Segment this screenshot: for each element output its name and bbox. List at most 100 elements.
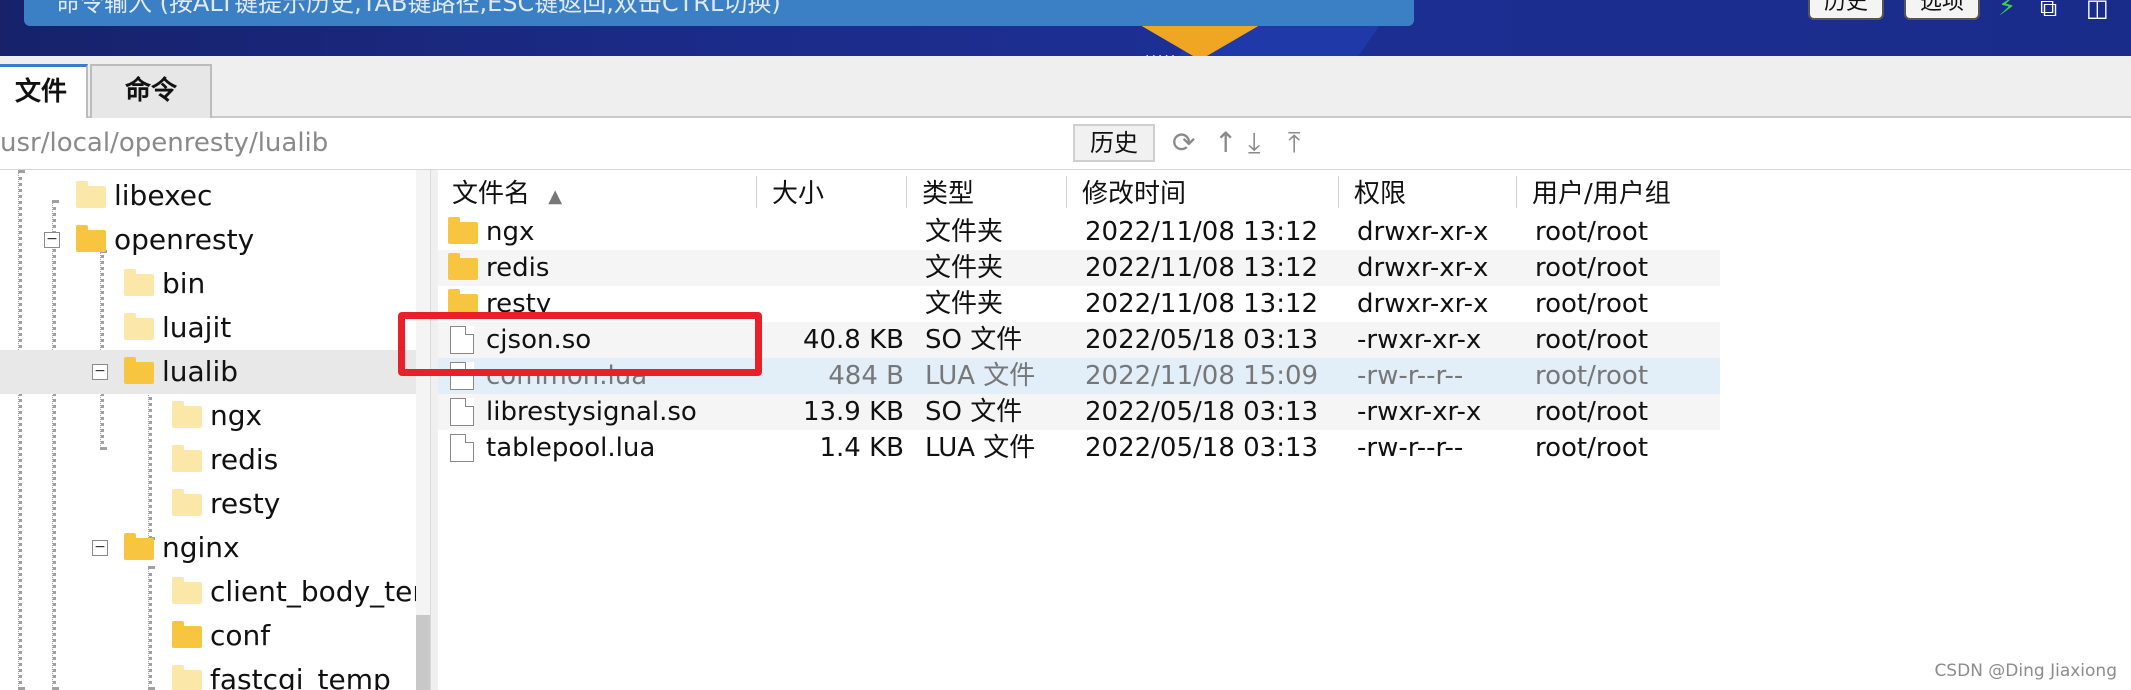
tab-commands[interactable]: 命令: [90, 64, 212, 118]
path-input[interactable]: usr/local/openresty/lualib: [0, 128, 328, 158]
column-header-type[interactable]: 类型: [922, 176, 974, 212]
tree-item-luajit[interactable]: luajit: [0, 306, 416, 350]
folder-icon: [172, 445, 202, 472]
tree-item-label: lualib: [162, 355, 239, 388]
tree-item-fastcgi-temp[interactable]: fastcgi_temp: [0, 658, 416, 690]
file-permissions: -rwxr-xr-x: [1357, 397, 1482, 427]
file-icon: [450, 434, 474, 462]
file-row[interactable]: librestysignal.so 13.9 KB SO 文件 2022/05/…: [438, 394, 1720, 430]
file-modified: 2022/05/18 03:13: [1085, 325, 1319, 355]
file-modified: 2022/11/08 15:09: [1085, 361, 1319, 391]
file-type: LUA 文件: [925, 361, 1036, 391]
tree-item-lualib[interactable]: − lualib: [0, 350, 416, 394]
file-owner: root/root: [1535, 289, 1649, 319]
folder-icon: [172, 621, 202, 648]
folder-icon: [172, 401, 202, 428]
file-list: 文件名 ▲ 大小 类型 修改时间 权限 用户/用户组 ngx 文件夹 2022/…: [438, 170, 2131, 690]
file-name: librestysignal.so: [486, 397, 697, 427]
upload-icon[interactable]: ⤒: [1288, 126, 1300, 160]
highlight-annotation-box: [398, 312, 762, 376]
tree-item-label: client_body_temp: [210, 575, 416, 608]
file-size: 1.4 KB: [819, 433, 905, 463]
file-size: 13.9 KB: [802, 397, 904, 427]
file-type: LUA 文件: [925, 433, 1036, 463]
file-type: 文件夹: [925, 253, 1004, 283]
file-permissions: drwxr-xr-x: [1357, 253, 1489, 283]
tree-item-conf[interactable]: conf: [0, 614, 416, 658]
panel-splitter[interactable]: [430, 170, 438, 690]
tree-item-label: bin: [162, 267, 206, 300]
split-window-icon[interactable]: ◫: [2086, 0, 2109, 22]
column-separator[interactable]: [756, 176, 757, 208]
folder-icon: [124, 313, 154, 340]
file-permissions: -rw-r--r--: [1357, 433, 1464, 463]
lightning-icon[interactable]: ⚡: [1998, 0, 2016, 22]
folder-icon: [76, 181, 106, 208]
column-header-permissions[interactable]: 权限: [1354, 176, 1406, 212]
command-history-button[interactable]: 历史: [1808, 0, 1885, 20]
tab-files[interactable]: 文件: [0, 64, 88, 120]
splitter-grip-icon[interactable]: ·····: [1145, 49, 1177, 56]
tree-scrollbar[interactable]: [416, 170, 430, 690]
refresh-icon[interactable]: ⟳: [1172, 126, 1195, 159]
sort-ascending-icon: ▲: [548, 186, 563, 207]
copy-window-icon[interactable]: ⧉: [2040, 0, 2057, 22]
tree-item-client-body-temp[interactable]: client_body_temp: [0, 570, 416, 614]
file-modified: 2022/05/18 03:13: [1085, 433, 1319, 463]
tree-item-label: resty: [210, 487, 281, 520]
tree-item-redis[interactable]: redis: [0, 438, 416, 482]
column-header-name[interactable]: 文件名 ▲: [452, 176, 562, 212]
tree-item-label: fastcgi_temp: [210, 663, 391, 690]
file-permissions: -rw-r--r--: [1357, 361, 1464, 391]
file-owner: root/root: [1535, 217, 1649, 247]
command-input[interactable]: 命令输入 (按ALT键提示历史,TAB键路径,ESC键返回,双击CTRL切换): [24, 0, 1414, 26]
file-row[interactable]: redis 文件夹 2022/11/08 13:12 drwxr-xr-x ro…: [438, 250, 1720, 286]
tree-item-libexec[interactable]: libexec: [0, 174, 416, 218]
column-header-size[interactable]: 大小: [772, 176, 824, 212]
file-owner: root/root: [1535, 361, 1649, 391]
command-options-button[interactable]: 选项: [1904, 0, 1981, 20]
column-separator[interactable]: [1516, 176, 1517, 208]
file-owner: root/root: [1535, 397, 1649, 427]
tree-scrollbar-thumb[interactable]: [416, 615, 430, 690]
tree-item-resty[interactable]: resty: [0, 482, 416, 526]
tree-item-ngx[interactable]: ngx: [0, 394, 416, 438]
file-modified: 2022/05/18 03:13: [1085, 397, 1319, 427]
file-owner: root/root: [1535, 325, 1649, 355]
folder-icon: [172, 577, 202, 604]
file-row[interactable]: tablepool.lua 1.4 KB LUA 文件 2022/05/18 0…: [438, 430, 1720, 466]
collapse-icon[interactable]: −: [92, 540, 108, 556]
file-permissions: drwxr-xr-x: [1357, 289, 1489, 319]
tree-item-openresty[interactable]: − openresty: [0, 218, 416, 262]
collapse-icon[interactable]: −: [44, 232, 60, 248]
command-bar: 命令输入 (按ALT键提示历史,TAB键路径,ESC键返回,双击CTRL切换) …: [0, 0, 2131, 56]
folder-icon: [124, 357, 154, 384]
tree-item-nginx[interactable]: − nginx: [0, 526, 416, 570]
column-header-modified[interactable]: 修改时间: [1082, 176, 1186, 212]
file-modified: 2022/11/08 13:12: [1085, 217, 1319, 247]
folder-icon: [124, 269, 154, 296]
column-separator[interactable]: [1066, 176, 1067, 208]
file-modified: 2022/11/08 13:12: [1085, 253, 1319, 283]
collapse-icon[interactable]: −: [92, 364, 108, 380]
file-icon: [450, 398, 474, 426]
column-separator[interactable]: [906, 176, 907, 208]
file-owner: root/root: [1535, 433, 1649, 463]
tree-item-bin[interactable]: bin: [0, 262, 416, 306]
app-window: 命令输入 (按ALT键提示历史,TAB键路径,ESC键返回,双击CTRL切换) …: [0, 0, 2131, 690]
tree-item-label: luajit: [162, 311, 232, 344]
file-row[interactable]: ngx 文件夹 2022/11/08 13:12 drwxr-xr-x root…: [438, 214, 1720, 250]
tree-item-label: redis: [210, 443, 279, 476]
path-history-button[interactable]: 历史: [1073, 124, 1155, 162]
file-name: ngx: [486, 217, 535, 247]
file-modified: 2022/11/08 13:12: [1085, 289, 1319, 319]
column-separator[interactable]: [1338, 176, 1339, 208]
download-icon[interactable]: ⤓: [1248, 126, 1260, 160]
folder-icon: [448, 253, 478, 280]
file-owner: root/root: [1535, 253, 1649, 283]
up-dir-icon[interactable]: ↑: [1214, 126, 1237, 159]
folder-icon: [124, 533, 154, 560]
tree-item-label: conf: [210, 619, 271, 652]
file-permissions: -rwxr-xr-x: [1357, 325, 1482, 355]
column-header-owner[interactable]: 用户/用户组: [1532, 176, 1671, 212]
